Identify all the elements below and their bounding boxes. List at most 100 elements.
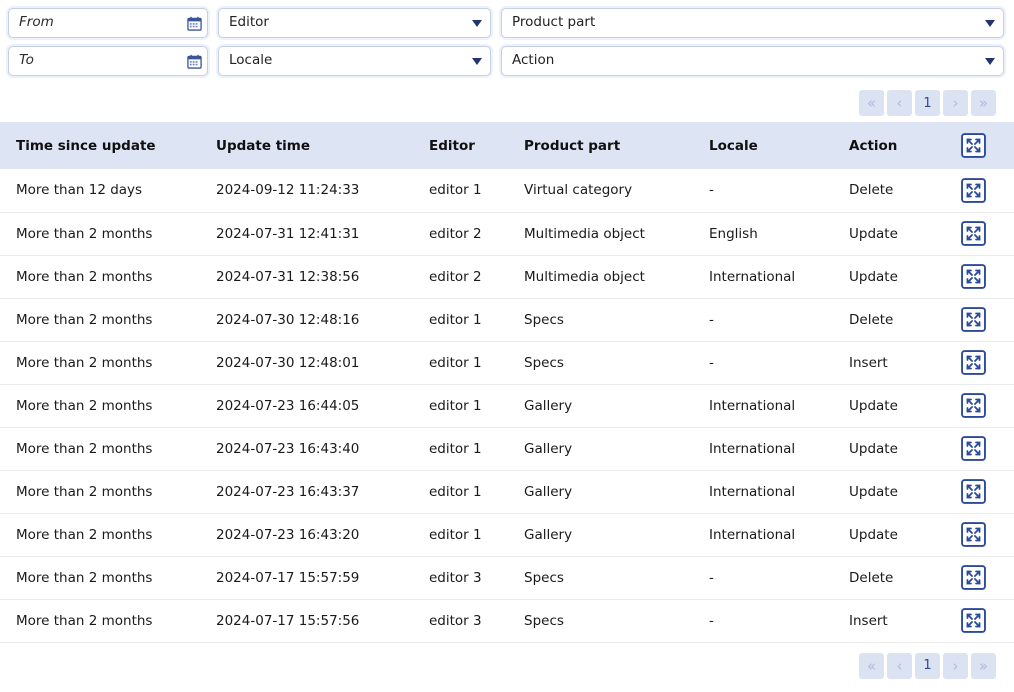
last-page-button[interactable]: »: [971, 652, 996, 679]
cell-locale: -: [701, 298, 841, 342]
expand-icon[interactable]: [961, 436, 1006, 461]
expand-icon[interactable]: [961, 608, 1006, 633]
cell-update-time: 2024-07-17 15:57:56: [208, 599, 421, 643]
action-select-value: Action: [512, 54, 555, 68]
locale-select[interactable]: Locale: [218, 46, 491, 76]
last-page-button[interactable]: »: [971, 90, 996, 116]
cell-expand: [961, 255, 1014, 299]
update-history-table: Time since update Update time Editor Pro…: [0, 122, 1014, 643]
cell-time-since-update: More than 2 months: [0, 599, 208, 643]
table-header-row: Time since update Update time Editor Pro…: [0, 122, 1014, 169]
page-number-button[interactable]: 1: [915, 652, 940, 679]
cell-expand: [961, 341, 1014, 385]
cell-time-since-update: More than 2 months: [0, 384, 208, 428]
cell-update-time: 2024-07-23 16:44:05: [208, 384, 421, 428]
from-date-field[interactable]: From: [8, 8, 208, 38]
column-header-action[interactable]: Action: [841, 122, 961, 169]
update-history-page: From Editor Product part To Locale Actio…: [0, 0, 1014, 692]
cell-expand: [961, 556, 1014, 600]
next-page-button[interactable]: ›: [943, 652, 968, 679]
to-date-input[interactable]: To: [9, 54, 181, 68]
cell-locale: International: [701, 513, 841, 557]
cell-expand: [961, 298, 1014, 342]
next-page-button[interactable]: ›: [943, 90, 968, 116]
table-row[interactable]: More than 2 months 2024-07-17 15:57:56 edi…: [0, 599, 1014, 643]
cell-time-since-update: More than 2 months: [0, 427, 208, 471]
filter-bar: From Editor Product part To Locale Actio…: [0, 0, 1014, 76]
table-row[interactable]: More than 2 months 2024-07-30 12:48:01 edi…: [0, 341, 1014, 385]
pagination-top: « ‹ 1 › »: [0, 84, 1014, 122]
pagination-bottom: « ‹ 1 › »: [0, 643, 1014, 685]
cell-update-time: 2024-07-23 16:43:20: [208, 513, 421, 557]
prev-page-button[interactable]: ‹: [887, 90, 912, 116]
editor-select[interactable]: Editor: [218, 8, 491, 38]
cell-product-part: Gallery: [516, 384, 701, 428]
table-row[interactable]: More than 2 months 2024-07-23 16:43:20 edi…: [0, 513, 1014, 557]
expand-icon[interactable]: [961, 522, 1006, 547]
expand-icon[interactable]: [961, 177, 1006, 203]
expand-icon[interactable]: [961, 221, 1006, 246]
first-page-button[interactable]: «: [859, 652, 884, 679]
cell-update-time: 2024-07-31 12:41:31: [208, 212, 421, 256]
cell-update-time: 2024-07-23 16:43:40: [208, 427, 421, 471]
table-row[interactable]: More than 12 days 2024-09-12 11:24:33 edit…: [0, 169, 1014, 213]
cell-locale: -: [701, 169, 841, 213]
expand-icon[interactable]: [961, 350, 1006, 375]
cell-expand: [961, 513, 1014, 557]
calendar-icon[interactable]: [181, 54, 207, 69]
column-header-locale[interactable]: Locale: [701, 122, 841, 169]
cell-editor: editor 3: [421, 556, 516, 600]
cell-locale: -: [701, 341, 841, 385]
cell-update-time: 2024-07-30 12:48:01: [208, 341, 421, 385]
product-part-select-value: Product part: [512, 16, 596, 30]
cell-time-since-update: More than 2 months: [0, 513, 208, 557]
table-row[interactable]: More than 2 months 2024-07-31 12:41:31 edi…: [0, 212, 1014, 256]
cell-locale: International: [701, 255, 841, 299]
expand-icon[interactable]: [961, 479, 1006, 504]
cell-update-time: 2024-07-30 12:48:16: [208, 298, 421, 342]
prev-page-button[interactable]: ‹: [887, 652, 912, 679]
cell-product-part: Gallery: [516, 513, 701, 557]
table-body: More than 12 days 2024-09-12 11:24:33 edit…: [0, 169, 1014, 643]
table-row[interactable]: More than 2 months 2024-07-23 16:44:05 edi…: [0, 384, 1014, 428]
cell-product-part: Gallery: [516, 470, 701, 514]
cell-editor: editor 1: [421, 341, 516, 385]
from-date-input[interactable]: From: [9, 16, 181, 30]
column-header-time-since-update[interactable]: Time since update: [0, 122, 208, 169]
cell-editor: editor 1: [421, 470, 516, 514]
action-select[interactable]: Action: [501, 46, 1004, 76]
cell-action: Delete: [841, 169, 961, 213]
chevron-down-icon[interactable]: [464, 57, 490, 65]
first-page-button[interactable]: «: [859, 90, 884, 116]
cell-editor: editor 1: [421, 298, 516, 342]
expand-icon[interactable]: [961, 133, 1006, 158]
chevron-down-icon[interactable]: [977, 19, 1003, 27]
product-part-select[interactable]: Product part: [501, 8, 1004, 38]
cell-action: Update: [841, 255, 961, 299]
cell-action: Update: [841, 384, 961, 428]
column-header-update-time[interactable]: Update time: [208, 122, 421, 169]
cell-action: Delete: [841, 556, 961, 600]
table-row[interactable]: More than 2 months 2024-07-23 16:43:40 edi…: [0, 427, 1014, 471]
expand-icon[interactable]: [961, 264, 1006, 289]
cell-action: Insert: [841, 599, 961, 643]
cell-action: Insert: [841, 341, 961, 385]
table-row[interactable]: More than 2 months 2024-07-23 16:43:37 edi…: [0, 470, 1014, 514]
column-header-editor[interactable]: Editor: [421, 122, 516, 169]
table-row[interactable]: More than 2 months 2024-07-17 15:57:59 edi…: [0, 556, 1014, 600]
page-number-button[interactable]: 1: [915, 90, 940, 116]
cell-time-since-update: More than 2 months: [0, 298, 208, 342]
cell-product-part: Multimedia object: [516, 212, 701, 256]
table-row[interactable]: More than 2 months 2024-07-31 12:38:56 edi…: [0, 255, 1014, 299]
to-date-field[interactable]: To: [8, 46, 208, 76]
table-row[interactable]: More than 2 months 2024-07-30 12:48:16 edi…: [0, 298, 1014, 342]
expand-icon[interactable]: [961, 565, 1006, 590]
chevron-down-icon[interactable]: [464, 19, 490, 27]
chevron-down-icon[interactable]: [977, 57, 1003, 65]
cell-editor: editor 1: [421, 169, 516, 213]
column-header-product-part[interactable]: Product part: [516, 122, 701, 169]
cell-editor: editor 1: [421, 513, 516, 557]
expand-icon[interactable]: [961, 393, 1006, 418]
expand-icon[interactable]: [961, 307, 1006, 332]
calendar-icon[interactable]: [181, 16, 207, 31]
